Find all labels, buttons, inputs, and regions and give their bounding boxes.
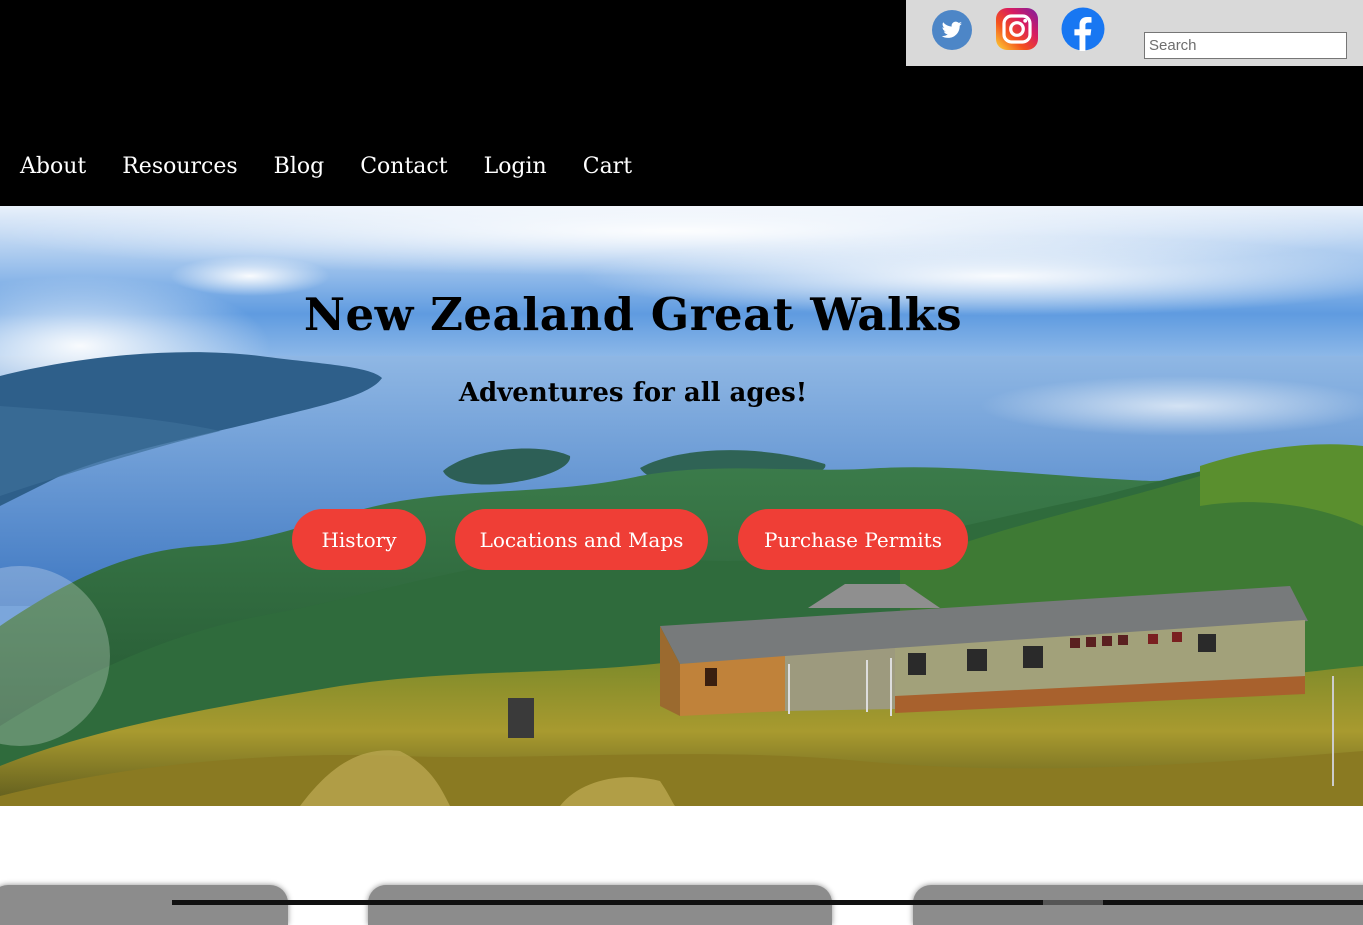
nav-item-about[interactable]: About (20, 150, 86, 184)
history-button[interactable]: History (292, 509, 426, 570)
nav-item-contact[interactable]: Contact (360, 150, 447, 184)
nav-item-cart[interactable]: Cart (583, 150, 632, 184)
hero-subtitle: Adventures for all ages! (458, 378, 808, 408)
hero-title: New Zealand Great Walks (303, 288, 963, 341)
nav-item-login[interactable]: Login (484, 150, 547, 184)
bottom-strip-accent (1043, 900, 1103, 905)
locations-and-maps-button[interactable]: Locations and Maps (455, 509, 708, 570)
content-card (0, 885, 288, 925)
facebook-icon[interactable] (1061, 7, 1105, 51)
nav-item-resources[interactable]: Resources (122, 150, 237, 184)
content-card (913, 885, 1363, 925)
instagram-icon[interactable] (995, 7, 1039, 51)
twitter-icon[interactable] (931, 9, 973, 51)
site-header: About Resources Blog Contact Login Cart (0, 0, 1363, 206)
bottom-strip (172, 900, 1363, 905)
nav-item-blog[interactable]: Blog (274, 150, 325, 184)
social-bar (906, 0, 1363, 66)
content-card (368, 885, 832, 925)
purchase-permits-button[interactable]: Purchase Permits (738, 509, 968, 570)
main-nav: About Resources Blog Contact Login Cart (20, 150, 668, 184)
search-input[interactable] (1144, 32, 1347, 59)
hero-section: New Zealand Great Walks Adventures for a… (0, 206, 1363, 806)
